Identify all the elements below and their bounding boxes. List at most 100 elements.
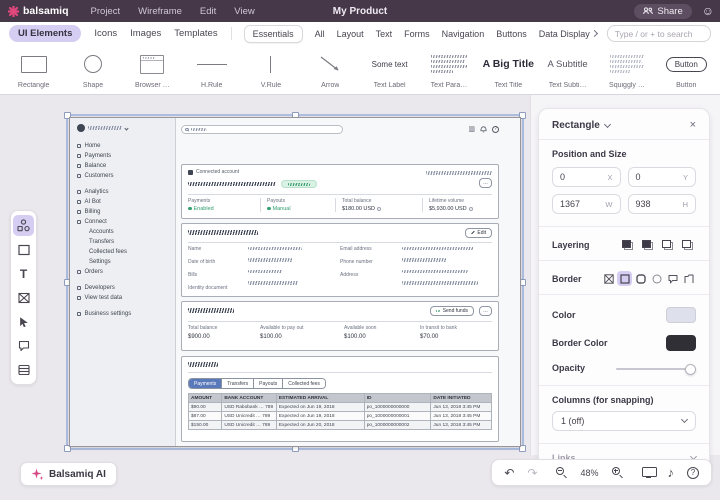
canvas-toolbar: ↶ ↷ 48% ♪ ? [491,459,712,486]
mockup-search-field [181,125,343,134]
menu-project[interactable]: Project [91,6,121,17]
chevron-down-icon[interactable] [604,120,611,127]
palette-item-text-title[interactable]: A Big Title Text Title [479,45,538,94]
category-text[interactable]: Text [376,29,393,39]
category-buttons[interactable]: Buttons [496,29,527,39]
balsamiq-ai-button[interactable]: Balsamiq AI [20,462,117,486]
document-title: My Product [333,6,387,17]
balsamiq-logo[interactable]: balsamiq [8,5,69,17]
squiggly-preview-icon [610,51,644,77]
title-preview: A Big Title [483,51,534,77]
cursor-arrow-icon [18,316,30,328]
menu-view[interactable]: View [234,6,254,17]
canvas-area[interactable]: T [0,95,720,500]
more-categories-button[interactable] [592,31,597,36]
border-tab-button[interactable] [681,271,696,286]
send-to-back-button[interactable] [679,237,696,252]
text-tool-button[interactable]: T [13,263,34,284]
send-backward-button[interactable] [659,237,676,252]
zoom-level[interactable]: 48% [580,468,598,478]
profile-card: Edit Name Date of birth Bills Identity d… [181,223,499,297]
mockup-nav-payments: Payments [77,151,175,161]
palette-item-text-subtitle[interactable]: A Subtitle Text Subti… [538,45,597,94]
tab-images[interactable]: Images [130,28,161,39]
palette-item-hrule[interactable]: H.Rule [182,45,241,94]
table-row: $150.00 USD Unicredit … 789 Expected on … [189,421,492,430]
share-button[interactable]: Share [634,4,691,19]
wireframe-mockup[interactable]: Home Payments Balance Customers Analytic… [69,117,521,447]
y-input[interactable]: 0Y [628,167,697,187]
palette-item-rectangle[interactable]: Rectangle [4,45,63,94]
opacity-slider[interactable] [616,364,696,373]
palette-item-button[interactable]: Button Button [657,45,716,94]
menu-edit[interactable]: Edit [200,6,216,17]
menu-wireframe[interactable]: Wireframe [138,6,182,17]
verified-badge [281,180,317,188]
palette-item-browser[interactable]: Browser … [123,45,182,94]
scribble-text [191,128,207,131]
zoom-in-button[interactable] [612,467,623,478]
tab-ui-elements[interactable]: UI Elements [9,25,81,42]
mockup-nav-collected-fees: Collected fees [77,247,175,257]
scribble-text [188,182,276,187]
arrow-preview-icon [319,51,341,77]
category-data-display[interactable]: Data Display [539,29,590,39]
bring-to-front-button[interactable] [619,237,636,252]
category-all[interactable]: All [315,29,325,39]
width-input[interactable]: 1367W [552,194,621,214]
category-navigation[interactable]: Navigation [442,29,485,39]
info-icon [469,207,473,211]
tab-templates[interactable]: Templates [174,28,217,39]
data-grid-tool-button[interactable] [13,359,34,380]
library-tool-button[interactable] [13,215,34,236]
table-row: $87.00 USD Unicredit … 789 Expected on J… [189,412,492,421]
border-none-button[interactable] [601,271,616,286]
tab-icons[interactable]: Icons [94,28,117,39]
library-tab-bar: UI Elements Icons Images Templates Essen… [0,22,720,45]
zoom-out-button[interactable] [556,467,567,478]
palette-item-arrow[interactable]: Arrow [301,45,360,94]
redo-button[interactable]: ↷ [527,467,537,479]
height-input[interactable]: 938H [628,194,697,214]
x-input[interactable]: 0X [552,167,621,187]
border-rounded-button[interactable] [633,271,648,286]
palette-item-shape[interactable]: Shape [63,45,122,94]
topbar-right: Share ☺ [634,4,714,19]
help-button[interactable]: ? [687,467,699,479]
mockup-nav-balance: Balance [77,161,175,171]
palette-item-vrule[interactable]: V.Rule [241,45,300,94]
sparkle-icon [31,468,44,481]
category-essentials[interactable]: Essentials [244,25,303,43]
palette-item-text-label[interactable]: Some text Text Label [360,45,419,94]
border-color-swatch[interactable] [666,335,696,351]
ai-label: Balsamiq AI [49,469,106,480]
image-tool-button[interactable] [13,287,34,308]
border-bubble-button[interactable] [665,271,680,286]
metric-available-soon: Available soon $100.00 [344,325,420,340]
fill-color-swatch[interactable] [666,307,696,323]
scribble-text [188,308,234,313]
category-layout[interactable]: Layout [337,29,364,39]
arrow-tool-button[interactable] [13,311,34,332]
category-forms[interactable]: Forms [404,29,430,39]
columns-icon: ▥ [468,125,475,133]
layering-label: Layering [552,240,590,250]
rectangle-tool-button[interactable] [13,239,34,260]
library-search-input[interactable] [607,25,711,42]
feedback-smiley-icon[interactable]: ☺ [702,5,714,17]
close-icon[interactable]: × [690,119,696,131]
undo-button[interactable]: ↶ [504,467,514,479]
vrule-preview-icon [270,51,271,77]
presentation-button[interactable] [642,467,655,478]
palette-item-text-paragraph[interactable]: Text Para… [419,45,478,94]
send-backward-icon [662,240,673,250]
pencil-icon [472,231,476,235]
music-button[interactable]: ♪ [668,466,675,479]
tab-collected-fees: Collected fees [283,379,325,388]
border-circle-button[interactable] [649,271,664,286]
columns-select[interactable]: 1 (off) [552,411,696,431]
bring-forward-button[interactable] [639,237,656,252]
border-square-button[interactable] [617,271,632,286]
palette-item-squiggly[interactable]: Squiggly … [597,45,656,94]
comment-tool-button[interactable] [13,335,34,356]
